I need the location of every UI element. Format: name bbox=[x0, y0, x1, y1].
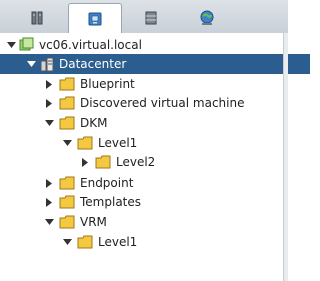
expand-toggle[interactable] bbox=[44, 79, 54, 89]
folder-icon bbox=[77, 235, 93, 249]
tree-node-label: vc06.virtual.local bbox=[39, 38, 142, 52]
chevron-down-icon bbox=[44, 119, 54, 126]
vcenter-icon bbox=[19, 37, 34, 51]
expand-toggle[interactable] bbox=[26, 59, 36, 69]
tree-node-folder[interactable]: Discovered virtual machine bbox=[0, 93, 320, 113]
tree-node-label: Endpoint bbox=[80, 176, 134, 190]
tab-vms-templates[interactable] bbox=[68, 3, 122, 34]
expand-toggle[interactable] bbox=[80, 157, 90, 167]
chevron-down-icon bbox=[62, 238, 72, 245]
folder-icon bbox=[77, 136, 93, 150]
tab-networking[interactable] bbox=[180, 3, 234, 32]
tree-node-folder[interactable]: Level1 bbox=[0, 232, 320, 252]
storage-icon bbox=[145, 11, 157, 24]
chevron-right-icon bbox=[81, 157, 88, 167]
expand-toggle[interactable] bbox=[44, 217, 54, 227]
tree-node-label: DKM bbox=[80, 116, 108, 130]
chevron-right-icon bbox=[45, 197, 52, 207]
expand-toggle[interactable] bbox=[6, 40, 16, 50]
folder-icon bbox=[95, 155, 111, 169]
folder-icon bbox=[59, 116, 75, 130]
folder-icon bbox=[59, 77, 75, 91]
folder-icon bbox=[59, 215, 75, 229]
chevron-right-icon bbox=[45, 98, 52, 108]
expand-toggle[interactable] bbox=[44, 178, 54, 188]
panel-edge bbox=[283, 33, 288, 281]
chevron-right-icon bbox=[45, 79, 52, 89]
hosts-clusters-icon bbox=[31, 11, 43, 24]
tree-node-label: Blueprint bbox=[80, 77, 135, 91]
folder-icon bbox=[59, 176, 75, 190]
tree-node-datacenter[interactable]: Datacenter bbox=[0, 54, 310, 74]
tree-node-label: Templates bbox=[80, 195, 142, 209]
vms-templates-icon bbox=[88, 12, 102, 26]
tree-node-folder[interactable]: Endpoint bbox=[0, 173, 320, 193]
expand-toggle[interactable] bbox=[44, 197, 54, 207]
tab-storage[interactable] bbox=[124, 3, 178, 32]
networking-icon bbox=[200, 10, 214, 25]
folder-icon bbox=[59, 96, 75, 110]
tree-node-label: Datacenter bbox=[59, 57, 127, 71]
expand-toggle[interactable] bbox=[62, 138, 72, 148]
datacenter-icon bbox=[40, 57, 54, 72]
expand-toggle[interactable] bbox=[44, 98, 54, 108]
tree-node-folder[interactable]: VRM bbox=[0, 212, 320, 232]
tree-node-folder[interactable]: Blueprint bbox=[0, 74, 320, 94]
chevron-down-icon bbox=[6, 41, 16, 48]
chevron-down-icon bbox=[26, 60, 36, 67]
inventory-panel: vc06.virtual.local Datacenter Blueprint … bbox=[0, 0, 310, 281]
tree-node-folder[interactable]: DKM bbox=[0, 113, 320, 133]
expand-toggle[interactable] bbox=[62, 237, 72, 247]
tree-node-folder[interactable]: Templates bbox=[0, 192, 320, 212]
tree-node-label: Level1 bbox=[98, 136, 138, 150]
tree-node-label: Level1 bbox=[98, 235, 138, 249]
tree-node-folder[interactable]: Level2 bbox=[0, 152, 320, 172]
tab-hosts-clusters[interactable] bbox=[10, 3, 64, 32]
expand-toggle[interactable] bbox=[44, 118, 54, 128]
tree-node-folder[interactable]: Level1 bbox=[0, 133, 320, 153]
tree-node-vcenter[interactable]: vc06.virtual.local bbox=[0, 35, 290, 55]
inventory-tree: vc06.virtual.local Datacenter Blueprint … bbox=[0, 33, 310, 281]
tree-node-label: VRM bbox=[80, 215, 107, 229]
chevron-right-icon bbox=[45, 178, 52, 188]
inventory-tab-bar bbox=[0, 0, 288, 34]
chevron-down-icon bbox=[62, 139, 72, 146]
chevron-down-icon bbox=[44, 218, 54, 225]
folder-icon bbox=[59, 195, 75, 209]
tree-node-label: Discovered virtual machine bbox=[80, 96, 245, 110]
tree-node-label: Level2 bbox=[116, 155, 156, 169]
